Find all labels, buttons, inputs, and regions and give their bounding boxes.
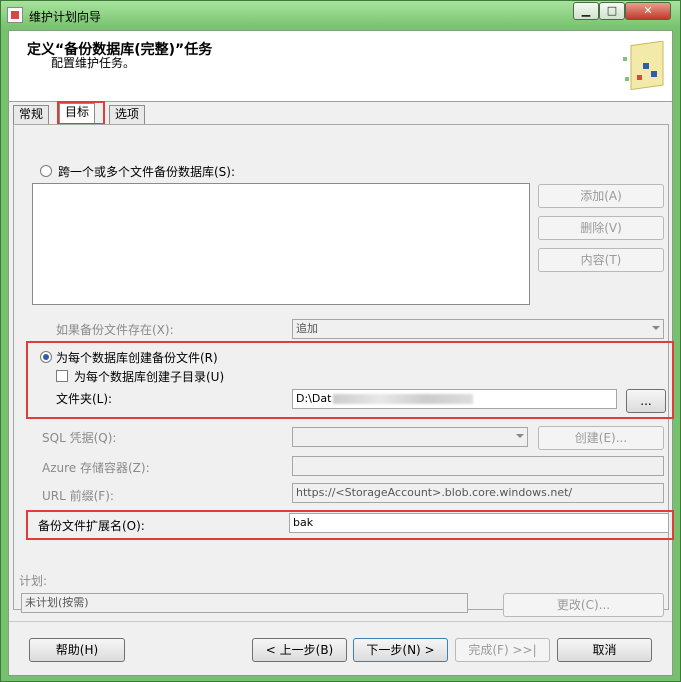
per-db-label: 为每个数据库创建备份文件(R) [56,351,218,365]
target-panel: 跨一个或多个文件备份数据库(S): 添加(A) 删除(V) 内容(T) 如果备份… [13,124,674,610]
change-schedule-button[interactable]: 更改(C)... [503,593,664,617]
window-title: 维护计划向导 [29,10,102,24]
schedule-label: 计划: [19,574,48,588]
create-button[interactable]: 创建(E)... [538,426,664,450]
subdir-label: 为每个数据库创建子目录(U) [74,370,225,384]
per-db-radio[interactable] [40,351,52,363]
subdir-checkbox[interactable] [56,370,68,382]
wizard-graphic-icon [623,41,664,91]
span-files-radio[interactable] [40,165,52,177]
wizard-header: 定义“备份数据库(完整)”任务 配置维护任务。 [9,31,672,102]
ext-input[interactable]: bak [289,513,669,533]
tab-options[interactable]: 选项 [109,105,146,124]
tab-general[interactable]: 常规 [13,105,50,124]
remove-button[interactable]: 删除(V) [538,216,664,240]
contents-button[interactable]: 内容(T) [538,248,664,272]
help-button[interactable]: 帮助(H) [29,638,125,662]
tab-highlight-box [57,101,105,125]
wizard-body: 定义“备份数据库(完整)”任务 配置维护任务。 常规 目标 选项 跨一个或多个文… [8,30,674,676]
span-files-label: 跨一个或多个文件备份数据库(S): [58,165,236,179]
url-prefix-label: URL 前缀(F): [42,489,114,503]
url-prefix-input[interactable]: https://<StorageAccount>.blob.core.windo… [292,483,664,503]
wizard-window: 维护计划向导 ▁ □ ✕ 定义“备份数据库(完整)”任务 配置维护任务。 常规 … [0,0,681,682]
folder-input[interactable]: D:\Dat [292,389,617,409]
maximize-button[interactable]: □ [599,2,625,20]
app-icon [7,7,23,23]
schedule-value: 未计划(按需) [21,593,468,613]
folder-label: 文件夹(L): [56,392,113,406]
close-button[interactable]: ✕ [625,2,671,20]
azure-container-label: Azure 存储容器(Z): [42,461,150,475]
add-button[interactable]: 添加(A) [538,184,664,208]
sql-credential-combo[interactable] [292,427,528,447]
footer-separator [9,621,672,622]
if-exists-label: 如果备份文件存在(X): [56,323,174,337]
ext-label: 备份文件扩展名(O): [38,519,145,533]
title-bar: 维护计划向导 ▁ □ ✕ [1,1,680,29]
back-button[interactable]: < 上一步(B) [252,638,347,662]
next-button[interactable]: 下一步(N) > [353,638,448,662]
folder-value: D:\Dat [296,392,332,405]
azure-container-input[interactable] [292,456,664,476]
cancel-button[interactable]: 取消 [557,638,652,662]
redacted-path [333,394,474,404]
page-subtitle: 配置维护任务。 [51,56,136,70]
finish-button[interactable]: 完成(F) >>| [455,638,550,662]
browse-button[interactable]: ... [626,389,666,413]
if-exists-value: 追加 [296,322,318,335]
minimize-button[interactable]: ▁ [573,2,599,20]
chevron-down-icon [652,326,660,330]
backup-files-list[interactable] [32,183,530,305]
chevron-down-icon [516,434,524,438]
sql-credential-label: SQL 凭据(Q): [42,431,117,445]
if-exists-combo[interactable]: 追加 [292,319,664,339]
